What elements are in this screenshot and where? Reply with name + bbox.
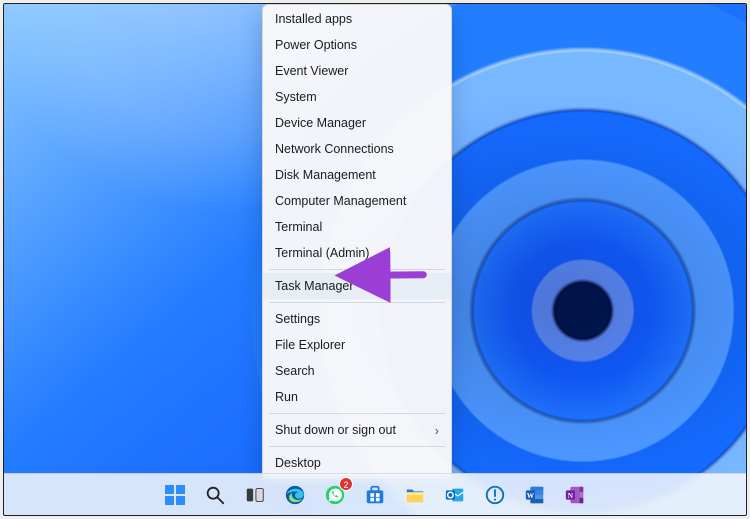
whatsapp-app[interactable]: 2: [319, 479, 351, 511]
menu-item-terminal-admin[interactable]: Terminal (Admin): [263, 240, 451, 266]
edge-app[interactable]: [279, 479, 311, 511]
microsoft-store-app[interactable]: [359, 479, 391, 511]
menu-item-label: Terminal (Admin): [275, 246, 369, 260]
menu-item-installed-apps[interactable]: Installed apps: [263, 6, 451, 32]
menu-item-disk-management[interactable]: Disk Management: [263, 162, 451, 188]
menu-item-task-manager[interactable]: Task Manager: [263, 273, 451, 299]
menu-item-file-explorer[interactable]: File Explorer: [263, 332, 451, 358]
menu-item-search[interactable]: Search: [263, 358, 451, 384]
menu-item-label: Installed apps: [275, 12, 352, 26]
menu-item-settings[interactable]: Settings: [263, 306, 451, 332]
task-view-button[interactable]: [239, 479, 271, 511]
windows-logo-icon: [165, 485, 185, 505]
svg-text:N: N: [568, 490, 574, 499]
svg-text:W: W: [527, 490, 535, 499]
store-icon: [364, 484, 386, 506]
menu-item-device-manager[interactable]: Device Manager: [263, 110, 451, 136]
edge-icon: [284, 484, 306, 506]
chevron-right-icon: ›: [435, 423, 439, 438]
word-icon: W: [524, 484, 546, 506]
notification-badge: 2: [339, 477, 353, 491]
menu-separator: [269, 302, 445, 303]
taskbar: 2 W N: [4, 473, 746, 515]
menu-item-event-viewer[interactable]: Event Viewer: [263, 58, 451, 84]
menu-item-label: System: [275, 90, 317, 104]
screenshot-stage: Installed apps Power Options Event Viewer S…: [0, 0, 750, 519]
menu-item-terminal[interactable]: Terminal: [263, 214, 451, 240]
menu-item-power-options[interactable]: Power Options: [263, 32, 451, 58]
menu-item-label: Task Manager: [275, 279, 354, 293]
menu-item-system[interactable]: System: [263, 84, 451, 110]
onenote-app[interactable]: N: [559, 479, 591, 511]
menu-item-label: Power Options: [275, 38, 357, 52]
menu-item-label: Disk Management: [275, 168, 376, 182]
menu-item-network-connections[interactable]: Network Connections: [263, 136, 451, 162]
outlook-icon: [444, 484, 466, 506]
menu-item-label: Settings: [275, 312, 320, 326]
menu-item-shut-down-or-sign-out[interactable]: Shut down or sign out ›: [263, 417, 451, 443]
menu-item-label: Network Connections: [275, 142, 394, 156]
menu-item-label: File Explorer: [275, 338, 345, 352]
menu-separator: [269, 413, 445, 414]
explorer-icon: [404, 484, 426, 506]
search-icon: [204, 484, 226, 506]
menu-item-label: Event Viewer: [275, 64, 348, 78]
menu-item-label: Computer Management: [275, 194, 406, 208]
menu-item-label: Terminal: [275, 220, 322, 234]
menu-item-label: Desktop: [275, 456, 321, 470]
menu-item-run[interactable]: Run: [263, 384, 451, 410]
file-explorer-app[interactable]: [399, 479, 431, 511]
desktop-frame: Installed apps Power Options Event Viewer S…: [3, 3, 747, 516]
assist-icon: [484, 484, 506, 506]
quick-assist-app[interactable]: [479, 479, 511, 511]
menu-item-label: Shut down or sign out: [275, 423, 396, 437]
outlook-app[interactable]: [439, 479, 471, 511]
taskview-icon: [244, 484, 266, 506]
menu-item-label: Run: [275, 390, 298, 404]
menu-separator: [269, 269, 445, 270]
search-button[interactable]: [199, 479, 231, 511]
onenote-icon: N: [564, 484, 586, 506]
menu-item-label: Search: [275, 364, 315, 378]
word-app[interactable]: W: [519, 479, 551, 511]
menu-separator: [269, 446, 445, 447]
start-button[interactable]: [159, 479, 191, 511]
menu-item-computer-management[interactable]: Computer Management: [263, 188, 451, 214]
menu-item-label: Device Manager: [275, 116, 366, 130]
winx-context-menu[interactable]: Installed apps Power Options Event Viewer S…: [262, 4, 452, 479]
